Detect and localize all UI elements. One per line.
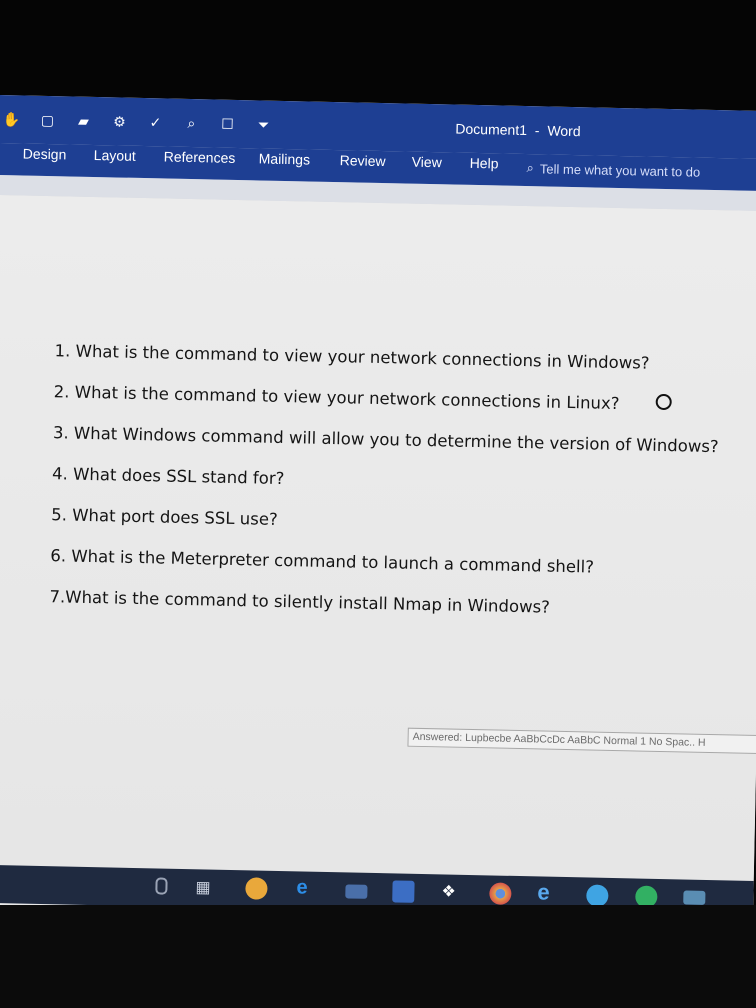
- tab-help[interactable]: Help: [470, 155, 499, 172]
- dropbox-icon[interactable]: ❖: [441, 881, 463, 903]
- tab-view[interactable]: View: [412, 154, 442, 171]
- touch-icon[interactable]: ☐: [217, 114, 237, 134]
- chrome-icon[interactable]: [489, 882, 512, 905]
- spelling-icon[interactable]: ✓: [145, 112, 165, 132]
- tab-review[interactable]: Review: [340, 152, 386, 169]
- search-icon: ⌕: [526, 160, 535, 176]
- skype-icon[interactable]: [586, 884, 609, 907]
- tab-layout[interactable]: Layout: [94, 147, 136, 164]
- file-explorer-icon[interactable]: [245, 877, 268, 900]
- document-page[interactable]: 1. What is the command to view your netw…: [0, 194, 756, 881]
- new-document-icon[interactable]: ▢: [37, 110, 57, 130]
- mail-icon[interactable]: [345, 884, 368, 899]
- save-icon[interactable]: ⚙: [109, 111, 129, 131]
- touch-mode-icon[interactable]: ✋: [1, 109, 21, 129]
- task-view-icon[interactable]: ▦: [195, 877, 217, 899]
- tell-me-label: Tell me what you want to do: [539, 160, 701, 180]
- title-separator: -: [534, 122, 540, 139]
- tell-me-search[interactable]: ⌕ Tell me what you want to do: [526, 160, 700, 180]
- print-preview-icon[interactable]: ⌕: [181, 113, 201, 133]
- tab-references[interactable]: References: [164, 148, 236, 165]
- internet-explorer-icon[interactable]: e: [537, 879, 559, 904]
- word-window: ✋ ▢ ▰ ⚙ ✓ ⌕ ☐ ⏷ Document1 - Word Design …: [0, 95, 756, 923]
- styles-gallery-overlay[interactable]: Answered: Lupbecbe AaBbCcDc AaBbC Normal…: [407, 727, 756, 755]
- monitor-icon[interactable]: [683, 890, 706, 905]
- question-list: 1. What is the command to view your netw…: [49, 341, 721, 642]
- app-name: Word: [547, 122, 581, 140]
- edge-icon[interactable]: e: [296, 876, 318, 898]
- tab-mailings[interactable]: Mailings: [259, 150, 311, 167]
- document-title: Document1 - Word: [455, 121, 581, 140]
- customize-toolbar-icon[interactable]: ⏷: [253, 114, 273, 134]
- screen-bezel: [0, 905, 756, 1008]
- microphone-icon[interactable]: [155, 877, 168, 895]
- quick-access-toolbar: ✋ ▢ ▰ ⚙ ✓ ⌕ ☐ ⏷: [0, 105, 274, 139]
- document-name: Document1: [455, 120, 528, 139]
- open-folder-icon[interactable]: ▰: [73, 111, 93, 131]
- tab-design[interactable]: Design: [23, 145, 67, 162]
- store-icon[interactable]: [392, 880, 415, 903]
